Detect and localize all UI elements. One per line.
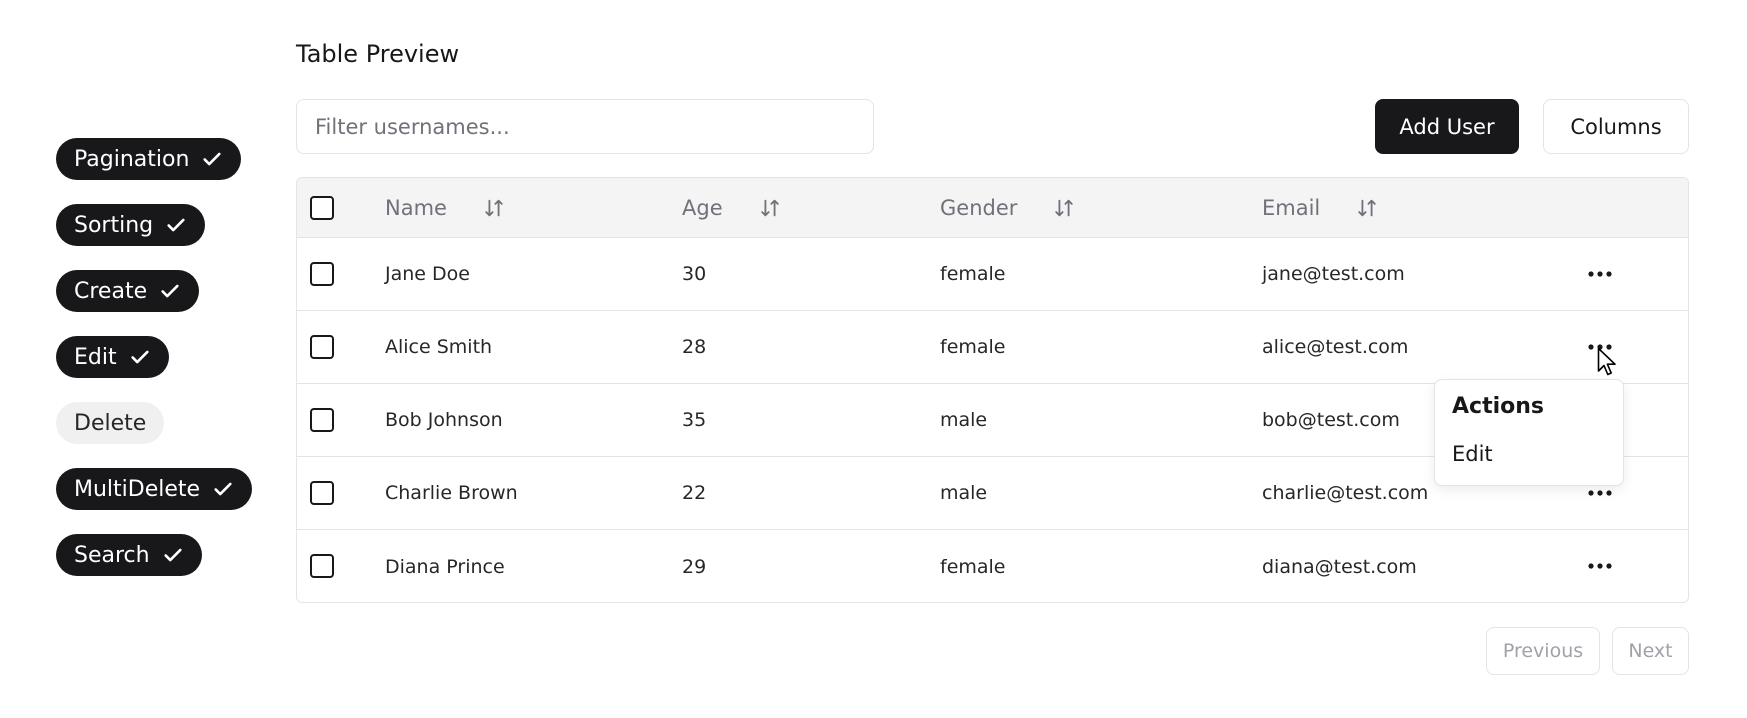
column-header-email: Email — [1262, 178, 1378, 237]
column-header-name: Name — [385, 178, 505, 237]
cell-age: 29 — [682, 555, 707, 578]
cell-email: alice@test.com — [1262, 336, 1409, 358]
cell-gender: female — [940, 555, 1006, 578]
filter-usernames-input[interactable] — [296, 99, 874, 154]
cell-name: Alice Smith — [385, 336, 493, 358]
toggle-sorting[interactable]: Sorting — [56, 204, 206, 246]
toggle-pagination[interactable]: Pagination — [56, 138, 242, 180]
cell-email: bob@test.com — [1262, 409, 1400, 431]
column-header-gender: Gender — [940, 178, 1075, 237]
more-horizontal-icon[interactable] — [1587, 489, 1613, 497]
cell-email: charlie@test.com — [1262, 482, 1429, 504]
toggle-search[interactable]: Search — [56, 534, 202, 576]
page-title: Table Preview — [296, 40, 460, 68]
row-checkbox[interactable] — [310, 554, 334, 578]
previous-page-button[interactable]: Previous — [1486, 627, 1600, 675]
check-icon — [163, 548, 182, 562]
cell-name: Charlie Brown — [385, 482, 518, 504]
more-horizontal-icon[interactable] — [1587, 343, 1613, 351]
row-actions-menu: Actions Edit — [1434, 379, 1624, 486]
toggle-delete[interactable]: Delete — [56, 402, 165, 444]
row-checkbox[interactable] — [310, 335, 334, 359]
toggle-label: MultiDelete — [74, 476, 201, 502]
sort-arrows-icon[interactable] — [483, 197, 505, 219]
cell-name: Jane Doe — [385, 263, 470, 285]
toggle-label: Sorting — [74, 212, 154, 238]
toggle-label: Delete — [74, 410, 147, 436]
row-checkbox[interactable] — [310, 262, 334, 286]
toggle-label: Pagination — [74, 146, 190, 172]
toggle-label: Search — [74, 542, 150, 568]
table-row: Alice Smith 28 female alice@test.com — [297, 311, 1688, 384]
column-header-age: Age — [682, 178, 781, 237]
more-horizontal-icon[interactable] — [1587, 270, 1613, 278]
sort-arrows-icon[interactable] — [1053, 197, 1075, 219]
table-row: Diana Prince 29 female diana@test.com — [297, 530, 1688, 602]
columns-button[interactable]: Columns — [1543, 99, 1689, 154]
more-horizontal-icon[interactable] — [1587, 562, 1613, 570]
row-checkbox[interactable] — [310, 481, 334, 505]
next-page-button[interactable]: Next — [1612, 627, 1689, 675]
toggle-label: Create — [74, 278, 148, 304]
check-icon — [161, 284, 179, 298]
column-label: Email — [1262, 195, 1321, 220]
cell-name: Diana Prince — [385, 555, 505, 578]
cell-gender: female — [940, 336, 1006, 358]
toggle-edit[interactable]: Edit — [56, 336, 169, 378]
row-checkbox[interactable] — [310, 408, 334, 432]
table-row: Jane Doe 30 female jane@test.com — [297, 238, 1688, 311]
table-header: Name Age Gender Email — [297, 178, 1688, 238]
check-icon — [203, 152, 222, 166]
column-label: Gender — [940, 195, 1018, 220]
sort-arrows-icon[interactable] — [759, 197, 781, 219]
cell-gender: male — [940, 482, 988, 504]
menu-item-edit[interactable]: Edit — [1452, 442, 1493, 466]
cell-gender: male — [940, 409, 988, 431]
cell-age: 35 — [682, 409, 707, 431]
select-all-checkbox[interactable] — [310, 196, 334, 220]
menu-title: Actions — [1452, 394, 1544, 419]
add-user-button[interactable]: Add User — [1375, 99, 1519, 154]
check-icon — [130, 350, 149, 364]
check-icon — [167, 218, 185, 232]
cell-age: 30 — [682, 263, 707, 285]
toggle-label: Edit — [74, 344, 117, 370]
check-icon — [214, 482, 232, 496]
column-label: Name — [385, 195, 447, 220]
toggle-multidelete[interactable]: MultiDelete — [56, 468, 253, 510]
cell-email: jane@test.com — [1262, 263, 1405, 285]
cell-email: diana@test.com — [1262, 555, 1417, 578]
cell-gender: female — [940, 263, 1006, 285]
sort-arrows-icon[interactable] — [1356, 197, 1378, 219]
cell-age: 28 — [682, 336, 707, 358]
cell-age: 22 — [682, 482, 707, 504]
cell-name: Bob Johnson — [385, 409, 503, 431]
column-label: Age — [682, 195, 723, 220]
toggle-create[interactable]: Create — [56, 270, 200, 312]
